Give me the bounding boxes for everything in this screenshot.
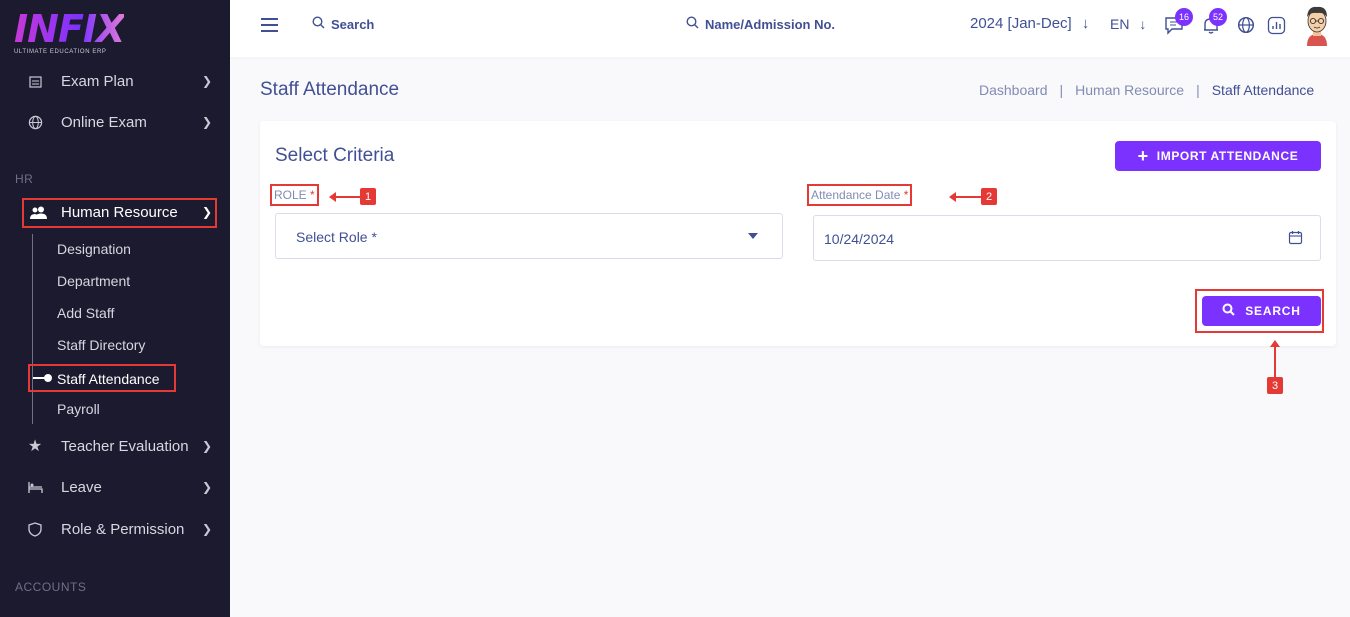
star-icon: ★: [27, 438, 43, 455]
chevron-down-icon: ❯: [202, 205, 213, 219]
sidebar-item-label: Human Resource: [61, 204, 178, 221]
import-attendance-button[interactable]: + IMPORT ATTENDANCE: [1115, 141, 1321, 171]
sidebar-item-label: Leave: [61, 478, 102, 496]
caret-down-icon: [748, 233, 758, 239]
shield-icon: [27, 521, 43, 537]
role-select-placeholder: Select Role *: [296, 229, 377, 245]
submenu-item-designation[interactable]: Designation: [57, 241, 131, 257]
submenu-item-add-staff[interactable]: Add Staff: [57, 305, 114, 321]
search-icon: [312, 16, 325, 32]
required-mark: *: [903, 188, 909, 202]
app-logo[interactable]: INFIX ULTIMATE EDUCATION ERP: [14, 7, 125, 55]
submenu-item-staff-directory[interactable]: Staff Directory: [57, 337, 145, 353]
card-title: Select Criteria: [275, 145, 395, 166]
breadcrumb-separator: |: [1196, 82, 1200, 98]
attendance-date-label: Attendance Date *: [807, 184, 913, 206]
student-search[interactable]: Name/Admission No.: [686, 16, 835, 32]
sidebar-item-teacher-evaluation[interactable]: ★ Teacher Evaluation ❯: [0, 431, 230, 461]
annotation-marker-1: 1: [360, 188, 376, 205]
submenu-item-label: Staff Attendance: [57, 371, 160, 387]
arrow-down-icon: ↓: [1081, 15, 1090, 32]
sidebar-item-label: Exam Plan: [61, 72, 134, 90]
users-icon: [30, 206, 48, 225]
search-icon: [1222, 303, 1235, 319]
breadcrumb: Dashboard | Human Resource | Staff Atten…: [979, 82, 1314, 98]
sidebar-item-label: Role & Permission: [61, 520, 185, 538]
breadcrumb-link-human-resource[interactable]: Human Resource: [1075, 82, 1184, 98]
academic-year-label: 2024 [Jan-Dec]: [970, 15, 1072, 32]
annotation-arrow-2: [949, 192, 981, 202]
active-indicator-dot: [44, 374, 52, 382]
attendance-date-value: 10/24/2024: [824, 231, 895, 247]
search-button-label: SEARCH: [1245, 304, 1301, 318]
role-label-text: ROLE: [274, 188, 307, 202]
annotation-marker-2: 2: [981, 188, 997, 205]
calendar-list-icon: [27, 73, 43, 89]
search-button[interactable]: SEARCH: [1202, 296, 1321, 326]
globe-icon[interactable]: [1235, 14, 1257, 36]
logo-text: INFIX: [14, 7, 125, 51]
sidebar-item-human-resource[interactable]: Human Resource ❯: [22, 198, 217, 228]
chevron-right-icon: ❯: [202, 439, 213, 453]
messages-count-badge: 16: [1175, 8, 1193, 26]
academic-year-selector[interactable]: 2024 [Jan-Dec] ↓: [970, 15, 1089, 32]
section-label-hr: HR: [15, 172, 34, 186]
sidebar-item-role-permission[interactable]: Role & Permission ❯: [0, 514, 230, 544]
search-icon: [686, 16, 699, 32]
submenu-line: [32, 234, 33, 424]
globe-icon: [27, 114, 43, 130]
chevron-right-icon: ❯: [202, 115, 213, 129]
annotation-arrow-1: [329, 192, 360, 202]
annotation-arrow-3: [1270, 340, 1280, 377]
sidebar-item-label: Teacher Evaluation: [61, 437, 189, 455]
submenu-item-payroll[interactable]: Payroll: [57, 401, 100, 417]
sidebar-item-label: Online Exam: [61, 113, 147, 131]
attendance-date-label-text: Attendance Date: [811, 188, 901, 202]
sidebar-item-leave[interactable]: Leave ❯: [0, 472, 230, 502]
name-admission-search-input[interactable]: Name/Admission No.: [705, 17, 835, 32]
submenu-item-staff-attendance[interactable]: Staff Attendance: [28, 364, 176, 392]
role-select[interactable]: Select Role *: [275, 213, 783, 259]
analytics-icon[interactable]: [1265, 14, 1287, 36]
language-selector[interactable]: EN ↓: [1110, 16, 1146, 32]
notifications-count-badge: 52: [1209, 8, 1227, 26]
import-attendance-label: IMPORT ATTENDANCE: [1156, 149, 1299, 163]
language-label: EN: [1110, 16, 1130, 32]
chevron-right-icon: ❯: [202, 480, 213, 494]
chevron-right-icon: ❯: [202, 522, 213, 536]
required-mark: *: [310, 188, 315, 202]
user-avatar[interactable]: [1302, 4, 1332, 46]
breadcrumb-link-dashboard[interactable]: Dashboard: [979, 82, 1048, 98]
submenu-item-department[interactable]: Department: [57, 273, 130, 289]
arrow-down-icon: ↓: [1139, 16, 1147, 32]
search-input[interactable]: Search: [331, 17, 374, 32]
sidebar-item-exam-plan[interactable]: Exam Plan ❯: [0, 66, 230, 96]
select-criteria-card: Select Criteria + IMPORT ATTENDANCE ROLE…: [260, 121, 1336, 346]
sidebar-item-online-exam[interactable]: Online Exam ❯: [0, 107, 230, 137]
breadcrumb-current: Staff Attendance: [1211, 82, 1315, 98]
role-label: ROLE *: [270, 184, 319, 206]
calendar-icon[interactable]: [1288, 230, 1303, 250]
attendance-date-input[interactable]: 10/24/2024: [813, 215, 1321, 261]
section-label-accounts: ACCOUNTS: [15, 580, 87, 594]
global-search[interactable]: Search: [312, 16, 374, 32]
plus-icon: +: [1137, 146, 1149, 166]
chevron-right-icon: ❯: [202, 74, 213, 88]
sidebar: INFIX ULTIMATE EDUCATION ERP Exam Plan ❯…: [0, 0, 230, 617]
hamburger-menu-icon[interactable]: [261, 18, 278, 32]
annotation-marker-3: 3: [1267, 377, 1283, 394]
breadcrumb-separator: |: [1059, 82, 1064, 98]
page-title: Staff Attendance: [260, 79, 400, 100]
top-header: Search Name/Admission No. 2024 [Jan-Dec]…: [230, 0, 1350, 57]
bed-icon: [27, 479, 43, 495]
